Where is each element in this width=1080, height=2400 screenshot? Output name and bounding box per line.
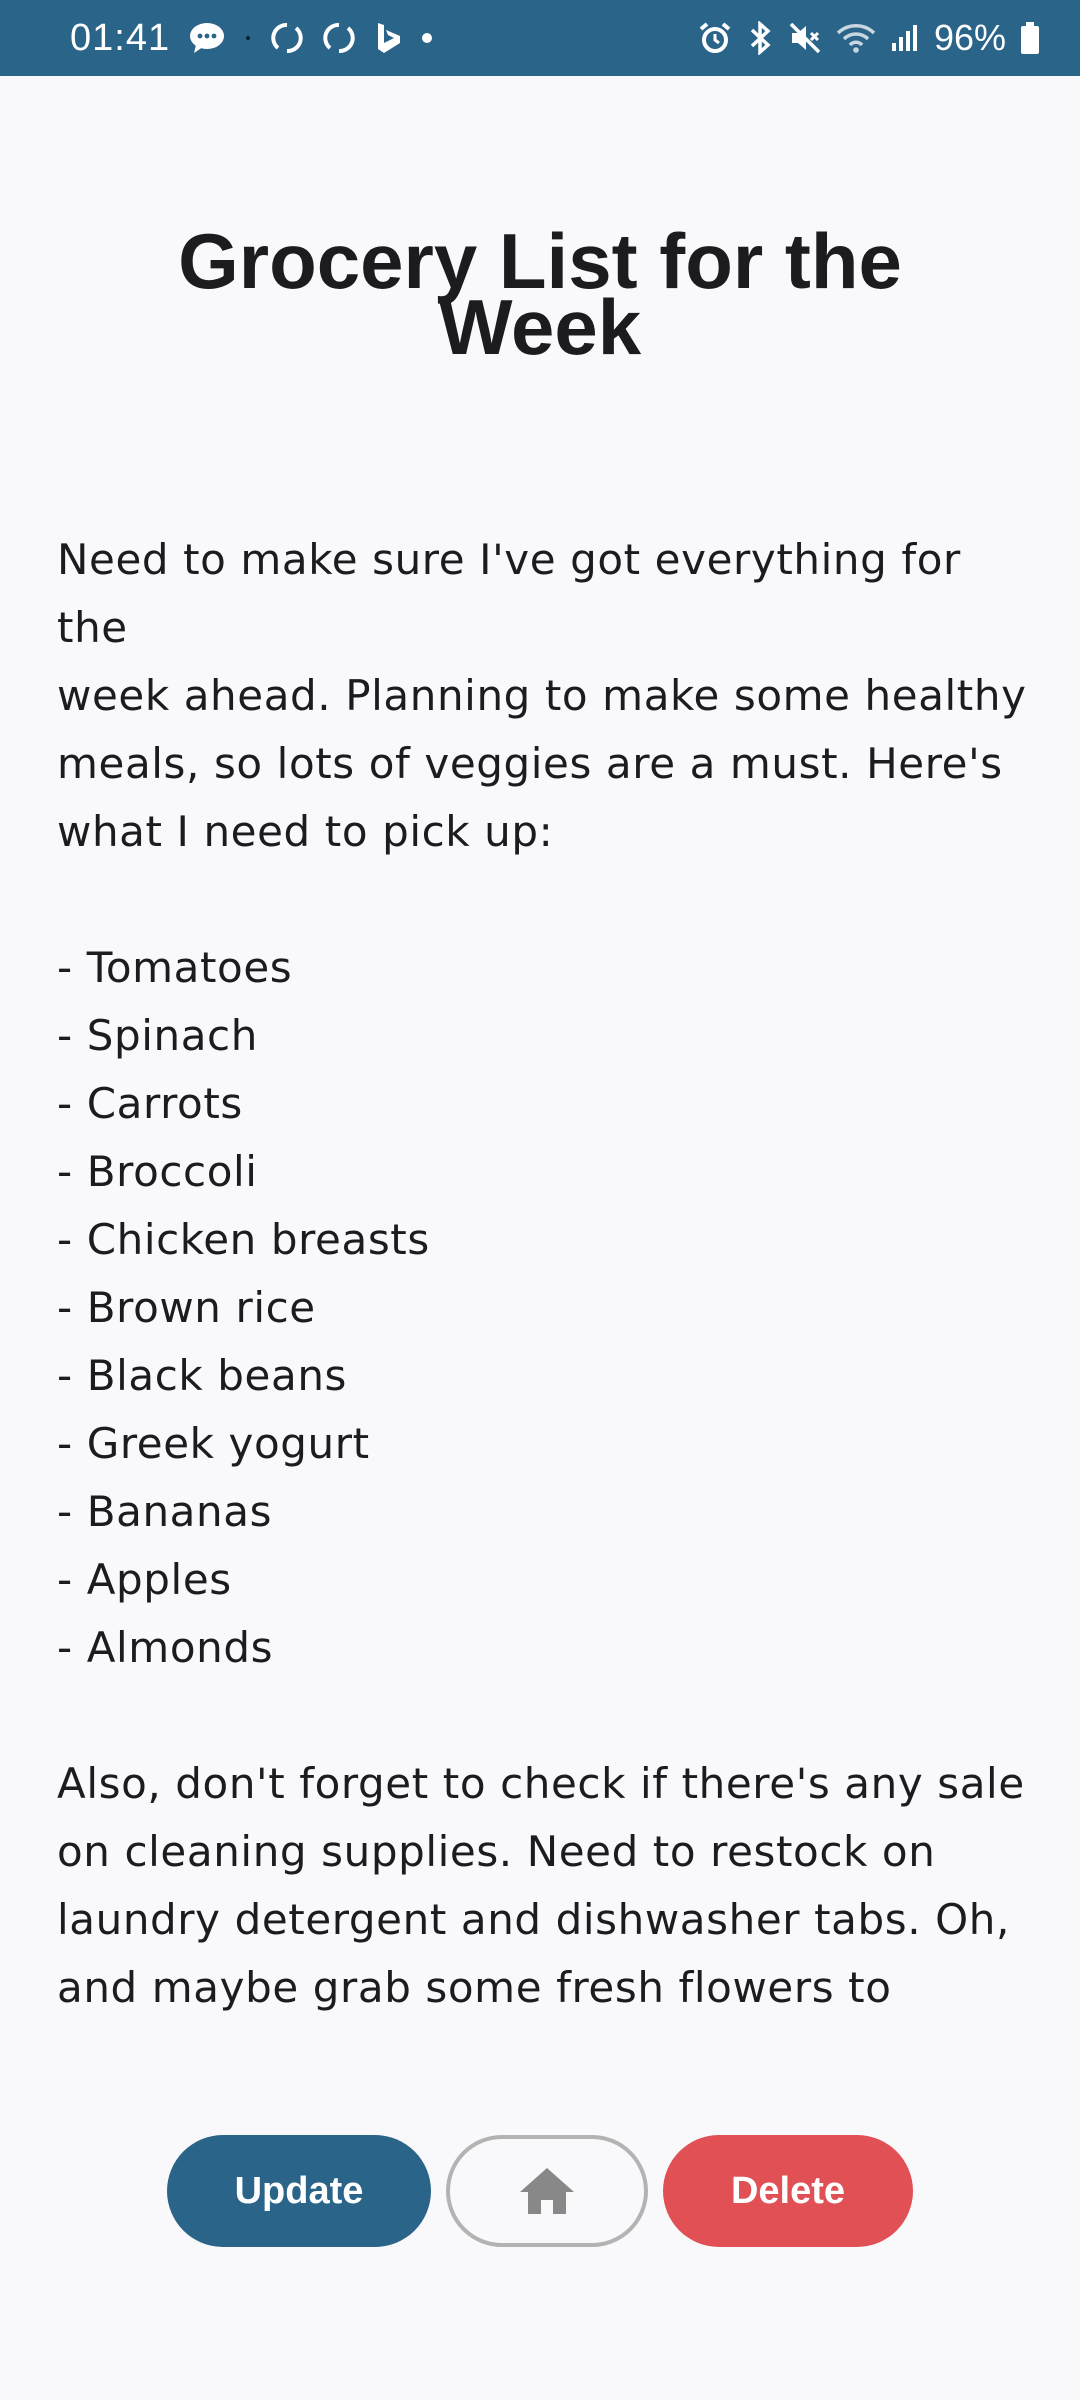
alarm-icon — [698, 21, 732, 55]
bluetooth-icon — [746, 21, 774, 55]
grocery-item: - Apples — [57, 1555, 232, 1604]
grocery-item: - Carrots — [57, 1079, 243, 1128]
note-intro-line: meals, so lots of veggies are a must. He… — [57, 739, 1003, 788]
note-intro-line: what I need to pick up: — [57, 807, 554, 856]
grocery-item: - Black beans — [57, 1351, 348, 1400]
sync-icon — [322, 21, 356, 55]
grocery-item: - Greek yogurt — [57, 1419, 370, 1468]
note-view: Grocery List for the Week Need to make s… — [0, 76, 1080, 2400]
status-time: 01:41 — [70, 16, 171, 59]
note-intro-line: week ahead. Planning to make some health… — [57, 671, 1027, 720]
dot-icon — [420, 31, 434, 45]
grocery-item: - Bananas — [57, 1487, 273, 1536]
grocery-item: - Broccoli — [57, 1147, 258, 1196]
bing-icon — [374, 21, 402, 55]
note-outro-line: laundry detergent and dishwasher tabs. O… — [57, 1895, 1010, 1944]
sync-icon — [270, 21, 304, 55]
mute-icon — [788, 21, 822, 55]
battery-icon — [1020, 21, 1040, 55]
grocery-item: - Chicken breasts — [57, 1215, 430, 1264]
delete-button[interactable]: Delete — [663, 2135, 913, 2247]
battery-percentage: 96% — [933, 17, 1006, 58]
update-button[interactable]: Update — [167, 2135, 431, 2247]
status-left: 01:41 — [70, 17, 434, 60]
grocery-item: - Spinach — [57, 1011, 258, 1060]
status-right: 96% — [698, 17, 1040, 59]
note-outro-line: on cleaning supplies. Need to restock on — [57, 1827, 936, 1876]
note-intro-line: Need to make sure I've got everything fo… — [57, 535, 961, 652]
note-outro-line: Also, don't forget to check if there's a… — [57, 1759, 1025, 1808]
delete-button-label: Delete — [730, 2169, 846, 2212]
status-bar: 01:41 96% — [0, 0, 1080, 76]
home-button[interactable] — [446, 2135, 648, 2247]
signal-icon — [890, 21, 920, 55]
note-body: Need to make sure I've got everything fo… — [57, 526, 1037, 2022]
grocery-item: - Almonds — [57, 1623, 274, 1672]
chat-bubble-icon — [188, 21, 226, 55]
update-button-label: Update — [234, 2169, 364, 2212]
wifi-icon — [836, 21, 876, 55]
note-title: Grocery List for the Week — [178, 217, 902, 371]
note-outro-line: and maybe grab some fresh flowers to — [57, 1963, 892, 2012]
grocery-item: - Tomatoes — [57, 943, 293, 992]
dot-icon — [244, 34, 252, 42]
home-icon — [518, 2166, 576, 2216]
action-bar: Update Delete — [0, 2135, 1080, 2249]
grocery-item: - Brown rice — [57, 1283, 316, 1332]
